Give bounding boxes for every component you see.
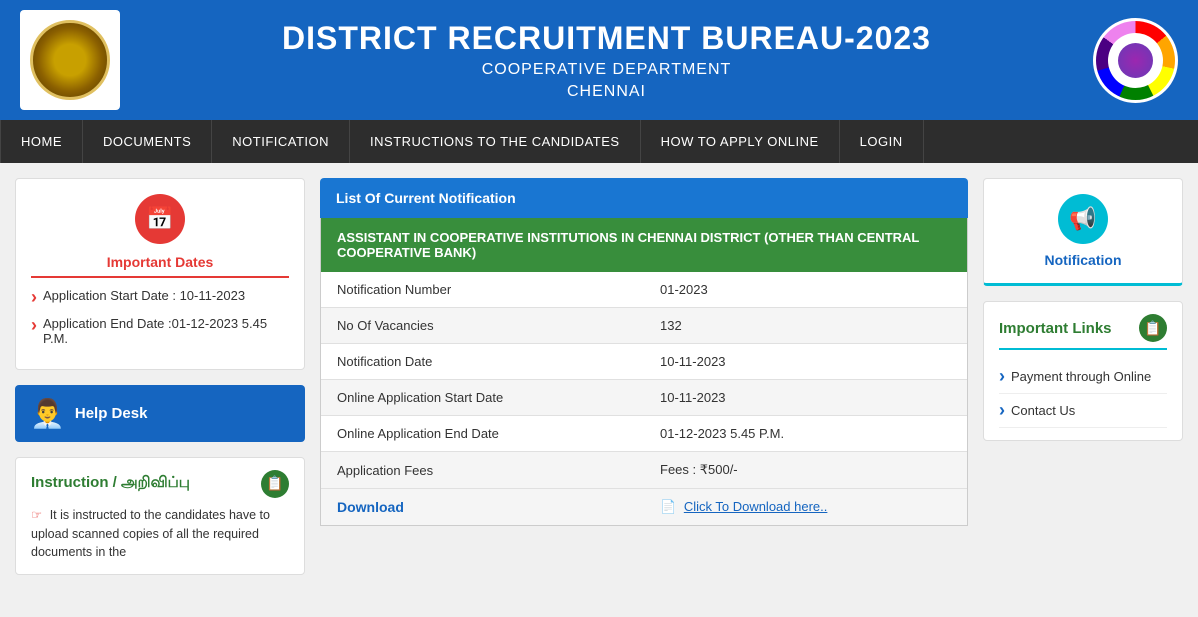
arrow-icon: ☞ (31, 508, 42, 522)
row-value: 01-12-2023 5.45 P.M. (644, 416, 967, 452)
megaphone-icon: 📢 (1058, 194, 1108, 244)
download-label: Download (321, 489, 644, 526)
helpdesk-card[interactable]: 👨‍💼 Help Desk (15, 385, 305, 442)
important-dates-title: Important Dates (31, 254, 289, 278)
row-value: 10-11-2023 (644, 344, 967, 380)
instruction-title: Instruction / அறிவிப்பு (31, 474, 190, 493)
table-row: Notification Number 01-2023 (321, 272, 967, 308)
header: DISTRICT RECRUITMENT BUREAU-2023 COOPERA… (0, 0, 1198, 120)
download-link[interactable]: Click To Download here.. (684, 499, 828, 514)
download-row: Download 📄 Click To Download here.. (321, 489, 967, 526)
links-icon: 📋 (1139, 314, 1167, 342)
table-row: Application Fees Fees : ₹500/- (321, 452, 967, 489)
row-label: Online Application Start Date (321, 380, 644, 416)
sidebar-right: 📢 Notification Important Links 📋 Payment… (983, 178, 1183, 575)
header-title: DISTRICT RECRUITMENT BUREAU-2023 COOPERA… (120, 20, 1093, 101)
table-row: Notification Date 10-11-2023 (321, 344, 967, 380)
important-links-title: Important Links (999, 320, 1112, 337)
instruction-body: It is instructed to the candidates have … (31, 508, 270, 560)
helpdesk-icon: 👨‍💼 (30, 397, 65, 430)
notification-widget: 📢 Notification (983, 178, 1183, 286)
center-content: List Of Current Notification ASSISTANT I… (320, 178, 968, 575)
nav-notification[interactable]: NOTIFICATION (212, 120, 350, 163)
site-subtitle2: CHENNAI (120, 83, 1093, 101)
download-text: Download (337, 499, 404, 515)
notification-body: ASSISTANT IN COOPERATIVE INSTITUTIONS IN… (320, 218, 968, 526)
row-label: No Of Vacancies (321, 308, 644, 344)
important-links-header: Important Links 📋 (999, 314, 1167, 350)
info-table: Notification Number 01-2023 No Of Vacanc… (321, 272, 967, 525)
helpdesk-label: Help Desk (75, 405, 148, 422)
row-value: 132 (644, 308, 967, 344)
important-links-card: Important Links 📋 Payment through Online… (983, 301, 1183, 441)
row-label: Notification Date (321, 344, 644, 380)
notification-widget-title: Notification (999, 252, 1167, 268)
logo-emblem (30, 20, 110, 100)
row-label: Online Application End Date (321, 416, 644, 452)
row-label: Notification Number (321, 272, 644, 308)
instruction-text: ☞ It is instructed to the candidates hav… (31, 506, 289, 562)
instruction-icon: 📋 (261, 470, 289, 498)
row-label: Application Fees (321, 452, 644, 489)
nav-home[interactable]: HOME (0, 120, 83, 163)
row-value: 01-2023 (644, 272, 967, 308)
rainbow-core (1118, 43, 1153, 78)
date-item-start: Application Start Date : 10-11-2023 (31, 288, 289, 308)
site-title: DISTRICT RECRUITMENT BUREAU-2023 (120, 20, 1093, 57)
important-dates-card: 📅 Important Dates Application Start Date… (15, 178, 305, 370)
rainbow-inner (1108, 33, 1163, 88)
nav-documents[interactable]: DOCUMENTS (83, 120, 212, 163)
notification-list-header: List Of Current Notification (320, 178, 968, 218)
navbar: HOME DOCUMENTS NOTIFICATION INSTRUCTIONS… (0, 120, 1198, 163)
row-value: Fees : ₹500/- (644, 452, 967, 489)
link-item-payment[interactable]: Payment through Online (999, 360, 1167, 394)
row-value: 10-11-2023 (644, 380, 967, 416)
instruction-header: Instruction / அறிவிப்பு 📋 (31, 470, 289, 498)
nav-how-to-apply[interactable]: HOW TO APPLY ONLINE (641, 120, 840, 163)
table-row: No Of Vacancies 132 (321, 308, 967, 344)
date-item-end: Application End Date :01-12-2023 5.45 P.… (31, 316, 289, 346)
site-subtitle1: COOPERATIVE DEPARTMENT (120, 61, 1093, 79)
instruction-card: Instruction / அறிவிப்பு 📋 ☞ It is instru… (15, 457, 305, 575)
header-logo (20, 10, 120, 110)
nav-instructions[interactable]: INSTRUCTIONS TO THE CANDIDATES (350, 120, 641, 163)
sidebar-left: 📅 Important Dates Application Start Date… (15, 178, 305, 575)
link-item-contact[interactable]: Contact Us (999, 394, 1167, 428)
rainbow-emblem (1093, 18, 1178, 103)
calendar-icon: 📅 (135, 194, 185, 244)
green-title-bar: ASSISTANT IN COOPERATIVE INSTITUTIONS IN… (321, 218, 967, 272)
file-icon: 📄 (660, 499, 676, 514)
table-row: Online Application End Date 01-12-2023 5… (321, 416, 967, 452)
download-link-cell: 📄 Click To Download here.. (644, 489, 967, 526)
table-row: Online Application Start Date 10-11-2023 (321, 380, 967, 416)
nav-login[interactable]: LOGIN (840, 120, 924, 163)
main-layout: 📅 Important Dates Application Start Date… (0, 163, 1198, 590)
